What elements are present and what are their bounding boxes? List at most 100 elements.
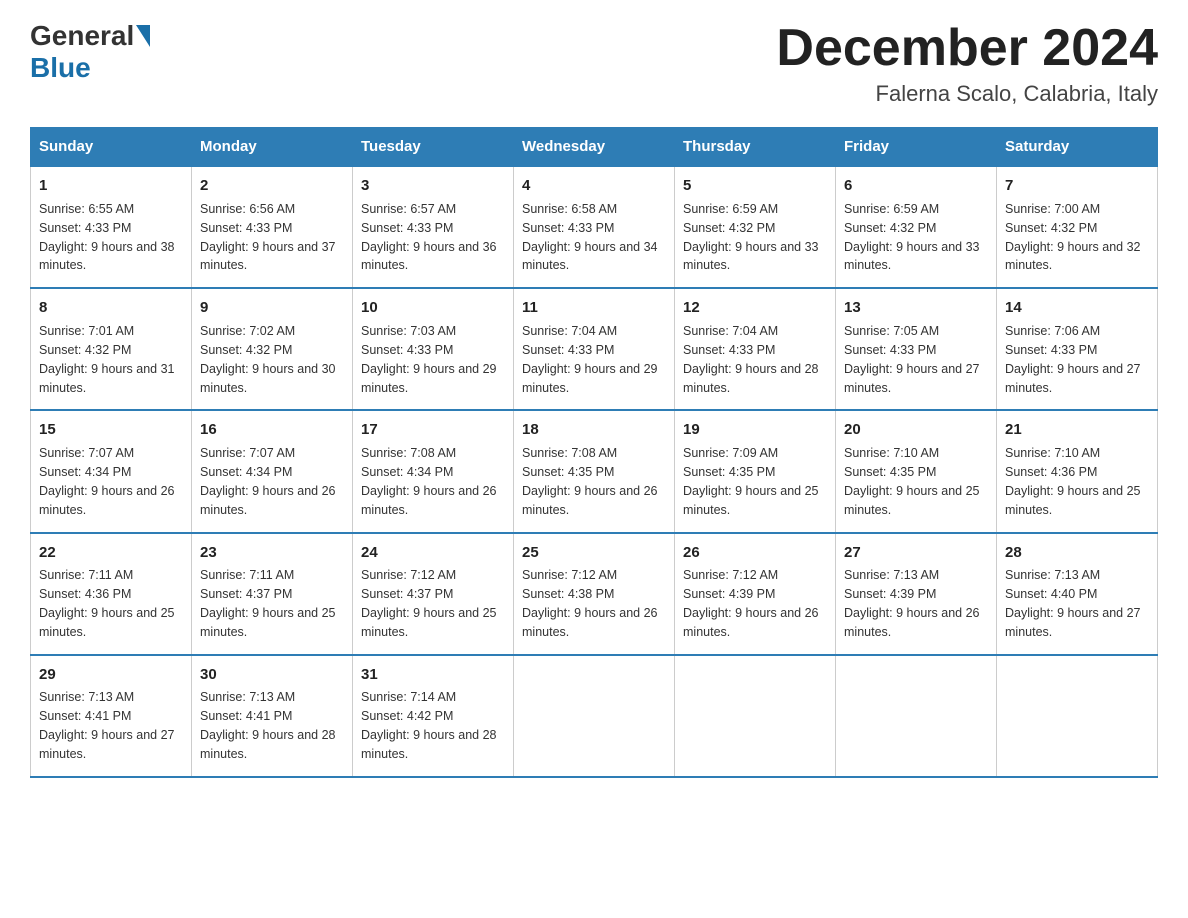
table-row — [514, 655, 675, 777]
day-info: Sunrise: 7:00 AMSunset: 4:32 PMDaylight:… — [1005, 202, 1141, 273]
table-row: 20 Sunrise: 7:10 AMSunset: 4:35 PMDaylig… — [836, 410, 997, 532]
week-row-1: 1 Sunrise: 6:55 AMSunset: 4:33 PMDayligh… — [31, 166, 1158, 288]
col-tuesday: Tuesday — [353, 128, 514, 167]
day-number: 8 — [39, 297, 183, 319]
table-row: 6 Sunrise: 6:59 AMSunset: 4:32 PMDayligh… — [836, 166, 997, 288]
day-number: 11 — [522, 297, 666, 319]
day-number: 10 — [361, 297, 505, 319]
day-info: Sunrise: 7:13 AMSunset: 4:41 PMDaylight:… — [39, 690, 175, 761]
table-row: 8 Sunrise: 7:01 AMSunset: 4:32 PMDayligh… — [31, 288, 192, 410]
day-number: 26 — [683, 542, 827, 564]
logo-blue-text: Blue — [30, 52, 91, 83]
day-number: 23 — [200, 542, 344, 564]
day-number: 31 — [361, 664, 505, 686]
day-info: Sunrise: 7:11 AMSunset: 4:37 PMDaylight:… — [200, 568, 336, 639]
table-row: 12 Sunrise: 7:04 AMSunset: 4:33 PMDaylig… — [675, 288, 836, 410]
col-wednesday: Wednesday — [514, 128, 675, 167]
day-number: 4 — [522, 175, 666, 197]
day-info: Sunrise: 7:09 AMSunset: 4:35 PMDaylight:… — [683, 446, 819, 517]
week-row-5: 29 Sunrise: 7:13 AMSunset: 4:41 PMDaylig… — [31, 655, 1158, 777]
table-row: 5 Sunrise: 6:59 AMSunset: 4:32 PMDayligh… — [675, 166, 836, 288]
table-row: 30 Sunrise: 7:13 AMSunset: 4:41 PMDaylig… — [192, 655, 353, 777]
table-row: 15 Sunrise: 7:07 AMSunset: 4:34 PMDaylig… — [31, 410, 192, 532]
day-number: 2 — [200, 175, 344, 197]
day-info: Sunrise: 7:10 AMSunset: 4:36 PMDaylight:… — [1005, 446, 1141, 517]
table-row: 7 Sunrise: 7:00 AMSunset: 4:32 PMDayligh… — [997, 166, 1158, 288]
table-row: 1 Sunrise: 6:55 AMSunset: 4:33 PMDayligh… — [31, 166, 192, 288]
day-number: 30 — [200, 664, 344, 686]
day-number: 7 — [1005, 175, 1149, 197]
week-row-4: 22 Sunrise: 7:11 AMSunset: 4:36 PMDaylig… — [31, 533, 1158, 655]
day-info: Sunrise: 6:59 AMSunset: 4:32 PMDaylight:… — [844, 202, 980, 273]
table-row: 24 Sunrise: 7:12 AMSunset: 4:37 PMDaylig… — [353, 533, 514, 655]
day-number: 15 — [39, 419, 183, 441]
day-info: Sunrise: 7:05 AMSunset: 4:33 PMDaylight:… — [844, 324, 980, 395]
day-number: 17 — [361, 419, 505, 441]
col-friday: Friday — [836, 128, 997, 167]
col-monday: Monday — [192, 128, 353, 167]
table-row: 18 Sunrise: 7:08 AMSunset: 4:35 PMDaylig… — [514, 410, 675, 532]
day-number: 5 — [683, 175, 827, 197]
title-section: December 2024 Falerna Scalo, Calabria, I… — [776, 20, 1158, 107]
day-info: Sunrise: 7:10 AMSunset: 4:35 PMDaylight:… — [844, 446, 980, 517]
day-number: 20 — [844, 419, 988, 441]
logo-arrow-icon — [136, 25, 150, 47]
day-number: 6 — [844, 175, 988, 197]
day-info: Sunrise: 7:01 AMSunset: 4:32 PMDaylight:… — [39, 324, 175, 395]
day-info: Sunrise: 7:03 AMSunset: 4:33 PMDaylight:… — [361, 324, 497, 395]
table-row: 14 Sunrise: 7:06 AMSunset: 4:33 PMDaylig… — [997, 288, 1158, 410]
day-number: 25 — [522, 542, 666, 564]
week-row-3: 15 Sunrise: 7:07 AMSunset: 4:34 PMDaylig… — [31, 410, 1158, 532]
table-row — [997, 655, 1158, 777]
day-number: 29 — [39, 664, 183, 686]
day-info: Sunrise: 7:04 AMSunset: 4:33 PMDaylight:… — [683, 324, 819, 395]
month-title: December 2024 — [776, 20, 1158, 77]
calendar-header-row: Sunday Monday Tuesday Wednesday Thursday… — [31, 128, 1158, 167]
table-row: 26 Sunrise: 7:12 AMSunset: 4:39 PMDaylig… — [675, 533, 836, 655]
table-row: 16 Sunrise: 7:07 AMSunset: 4:34 PMDaylig… — [192, 410, 353, 532]
page-header: General Blue December 2024 Falerna Scalo… — [30, 20, 1158, 107]
day-number: 12 — [683, 297, 827, 319]
logo: General Blue — [30, 20, 152, 84]
day-info: Sunrise: 7:12 AMSunset: 4:39 PMDaylight:… — [683, 568, 819, 639]
table-row: 21 Sunrise: 7:10 AMSunset: 4:36 PMDaylig… — [997, 410, 1158, 532]
day-info: Sunrise: 6:57 AMSunset: 4:33 PMDaylight:… — [361, 202, 497, 273]
day-number: 14 — [1005, 297, 1149, 319]
col-saturday: Saturday — [997, 128, 1158, 167]
day-info: Sunrise: 7:13 AMSunset: 4:40 PMDaylight:… — [1005, 568, 1141, 639]
table-row: 2 Sunrise: 6:56 AMSunset: 4:33 PMDayligh… — [192, 166, 353, 288]
day-number: 13 — [844, 297, 988, 319]
location-title: Falerna Scalo, Calabria, Italy — [776, 81, 1158, 107]
day-number: 9 — [200, 297, 344, 319]
day-info: Sunrise: 7:04 AMSunset: 4:33 PMDaylight:… — [522, 324, 658, 395]
table-row: 11 Sunrise: 7:04 AMSunset: 4:33 PMDaylig… — [514, 288, 675, 410]
table-row: 17 Sunrise: 7:08 AMSunset: 4:34 PMDaylig… — [353, 410, 514, 532]
day-number: 21 — [1005, 419, 1149, 441]
day-info: Sunrise: 7:13 AMSunset: 4:41 PMDaylight:… — [200, 690, 336, 761]
day-info: Sunrise: 7:11 AMSunset: 4:36 PMDaylight:… — [39, 568, 175, 639]
day-info: Sunrise: 6:58 AMSunset: 4:33 PMDaylight:… — [522, 202, 658, 273]
table-row: 10 Sunrise: 7:03 AMSunset: 4:33 PMDaylig… — [353, 288, 514, 410]
table-row: 28 Sunrise: 7:13 AMSunset: 4:40 PMDaylig… — [997, 533, 1158, 655]
day-info: Sunrise: 7:02 AMSunset: 4:32 PMDaylight:… — [200, 324, 336, 395]
table-row: 25 Sunrise: 7:12 AMSunset: 4:38 PMDaylig… — [514, 533, 675, 655]
logo-general-text: General — [30, 20, 134, 52]
day-number: 22 — [39, 542, 183, 564]
day-number: 19 — [683, 419, 827, 441]
day-number: 28 — [1005, 542, 1149, 564]
day-info: Sunrise: 7:08 AMSunset: 4:35 PMDaylight:… — [522, 446, 658, 517]
table-row: 19 Sunrise: 7:09 AMSunset: 4:35 PMDaylig… — [675, 410, 836, 532]
table-row: 22 Sunrise: 7:11 AMSunset: 4:36 PMDaylig… — [31, 533, 192, 655]
week-row-2: 8 Sunrise: 7:01 AMSunset: 4:32 PMDayligh… — [31, 288, 1158, 410]
day-number: 24 — [361, 542, 505, 564]
table-row: 29 Sunrise: 7:13 AMSunset: 4:41 PMDaylig… — [31, 655, 192, 777]
day-info: Sunrise: 7:13 AMSunset: 4:39 PMDaylight:… — [844, 568, 980, 639]
day-info: Sunrise: 7:07 AMSunset: 4:34 PMDaylight:… — [39, 446, 175, 517]
table-row: 27 Sunrise: 7:13 AMSunset: 4:39 PMDaylig… — [836, 533, 997, 655]
table-row: 9 Sunrise: 7:02 AMSunset: 4:32 PMDayligh… — [192, 288, 353, 410]
day-info: Sunrise: 7:14 AMSunset: 4:42 PMDaylight:… — [361, 690, 497, 761]
day-info: Sunrise: 6:59 AMSunset: 4:32 PMDaylight:… — [683, 202, 819, 273]
calendar-table: Sunday Monday Tuesday Wednesday Thursday… — [30, 127, 1158, 778]
day-number: 16 — [200, 419, 344, 441]
day-number: 1 — [39, 175, 183, 197]
